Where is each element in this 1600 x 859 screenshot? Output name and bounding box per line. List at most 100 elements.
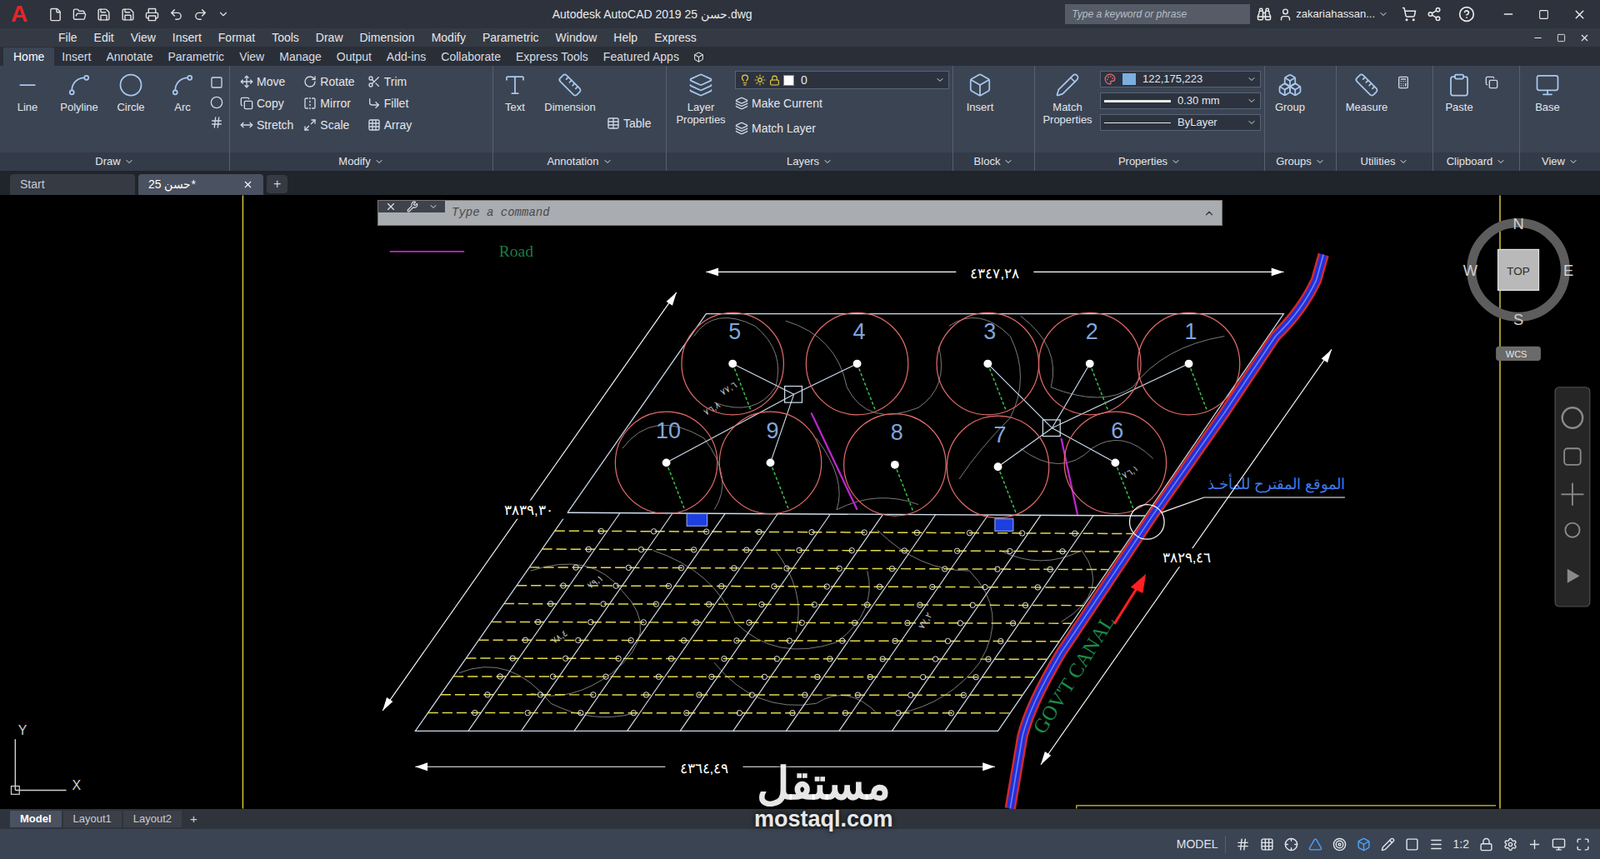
user-name[interactable]: zakariahassan... [1295,5,1375,23]
ribbon-small-button[interactable]: Move [240,70,294,93]
maximize-icon[interactable] [1538,9,1550,20]
quick-access-icon[interactable] [72,7,87,22]
add-layout-button[interactable]: + [183,810,205,830]
command-input[interactable]: Type a command [445,204,1204,222]
panel-title[interactable]: Groups [1265,152,1336,171]
ribbon-large-button[interactable]: Layer Properties [670,69,732,126]
ribbon-tab[interactable]: Annotate [98,47,160,66]
panel-title[interactable]: Draw [0,152,230,171]
menu-item[interactable]: Parametric [474,29,548,47]
menu-item[interactable]: File [50,29,86,47]
status-icon[interactable] [1356,837,1371,852]
ribbon-large-button[interactable]: Base [1526,69,1569,114]
status-icon[interactable] [1235,837,1250,852]
ribbon-small-button[interactable]: Match Layer [735,117,950,140]
ribbon-small-button[interactable]: Array [367,114,421,136]
ribbon-large-button[interactable]: Paste [1436,69,1482,114]
pivot[interactable]: 3 [936,312,1039,415]
ribbon-small-button[interactable]: Table [606,112,651,135]
ribbon-large-button[interactable]: Group [1268,69,1312,114]
ribbon-tab[interactable]: Collaborate [433,47,509,66]
ribbon-tab[interactable]: Output [329,47,380,66]
ribbon-large-button[interactable]: Match Properties [1038,69,1097,126]
menu-item[interactable]: Format [210,29,264,47]
minimize-icon[interactable] [1532,32,1544,44]
pivot[interactable]: 4 [805,312,908,415]
status-icon[interactable] [1284,837,1299,852]
cart-icon[interactable] [1401,6,1417,22]
quick-access-icon[interactable] [169,7,184,22]
status-icon[interactable] [1405,837,1420,852]
linetype-dropdown[interactable]: ByLayer [1100,114,1261,131]
status-icon[interactable] [1308,837,1323,852]
ribbon-small-button[interactable]: Rotate [303,70,357,93]
copy-icon[interactable] [1485,75,1499,90]
quick-access-icon[interactable] [120,7,135,22]
new-tab-button[interactable]: + [266,175,288,194]
restore-icon[interactable] [1556,33,1566,43]
ribbon-large-button[interactable]: Line [3,69,52,114]
menu-item[interactable]: Window [547,29,606,47]
status-icon[interactable] [1575,837,1590,852]
ribbon-small-button[interactable]: Fillet [367,92,421,115]
chevron-down-icon[interactable] [217,8,230,20]
layout-tab[interactable]: Layout1 [63,810,122,828]
panel-title[interactable]: Clipboard [1433,152,1520,171]
menu-item[interactable]: Modify [423,29,475,47]
close-tab-icon[interactable] [242,179,254,190]
ribbon-large-button[interactable]: Insert [956,69,1004,114]
calculator-icon[interactable] [1396,75,1410,90]
ribbon-tab[interactable]: Manage [271,47,330,66]
layout-tab[interactable]: Layout2 [123,810,182,828]
rectangle-icon[interactable] [210,75,224,90]
menu-item[interactable]: Help [605,29,646,47]
chevron-down-icon[interactable] [428,201,439,212]
layer-dropdown[interactable]: 0 [735,70,950,90]
help-icon[interactable] [1458,5,1475,23]
pivot[interactable]: 5 [681,312,784,415]
quick-access-icon[interactable] [145,7,160,22]
model-space[interactable]: GOV'T CANALRoad٧٧,٦٧٦,٨٧٦,١٧٩,١٧٨,٤٧٧,٢5… [0,195,1600,810]
panel-title[interactable]: Layers [666,152,953,171]
user-icon[interactable] [1278,7,1293,22]
chevron-up-icon[interactable] [1203,207,1215,220]
panel-title[interactable]: Utilities [1336,152,1433,171]
panel-title[interactable]: Modify [230,152,493,171]
command-line[interactable]: Type a command [377,200,1223,226]
panel-title[interactable]: View [1520,152,1600,171]
pivot[interactable]: 9 [719,411,821,514]
drawing-canvas[interactable]: GOV'T CANALRoad٧٧,٦٧٦,٨٧٦,١٧٩,١٧٨,٤٧٧,٢5… [0,195,1600,810]
ribbon-large-button[interactable]: Polyline [55,69,104,114]
pivot[interactable]: 8 [844,414,946,516]
layout-tab[interactable]: Model [10,810,62,828]
status-icon[interactable] [1527,837,1542,852]
app-logo[interactable]: A [0,0,39,29]
share-icon[interactable] [1426,6,1442,22]
navigation-bar[interactable] [1555,387,1590,607]
close-icon[interactable] [385,200,397,213]
hatch-icon[interactable] [210,115,224,130]
ribbon-tab[interactable]: Add-ins [379,47,434,66]
search-field[interactable]: Type a keyword or phrase [1065,4,1250,25]
close-icon[interactable] [1572,7,1587,22]
ribbon-large-button[interactable]: Text [496,69,534,114]
ribbon-tab[interactable]: Insert [54,47,99,66]
status-icon[interactable] [1551,837,1566,852]
pivot[interactable]: 7 [946,415,1049,518]
quick-access-icon[interactable] [96,7,111,22]
menu-item[interactable]: Edit [85,29,123,47]
menu-item[interactable]: Insert [164,29,210,47]
status-icon[interactable] [1503,837,1518,852]
ribbon-small-button[interactable]: Copy [240,92,294,115]
lineweight-dropdown[interactable]: 0.30 mm [1100,92,1261,110]
dimension[interactable]: ٤٣٦٤,٤٩ [665,758,743,777]
panel-title[interactable]: Block [953,152,1035,171]
quick-access-icon[interactable] [193,7,208,22]
ribbon-large-button[interactable]: Arc [158,69,207,114]
status-icon[interactable] [1332,837,1347,852]
ellipse-icon[interactable] [210,95,224,110]
ribbon-tab[interactable]: Parametric [160,47,232,66]
status-icon[interactable] [1260,837,1275,852]
close-icon[interactable] [1579,32,1590,44]
intake-marker[interactable] [1130,505,1165,540]
